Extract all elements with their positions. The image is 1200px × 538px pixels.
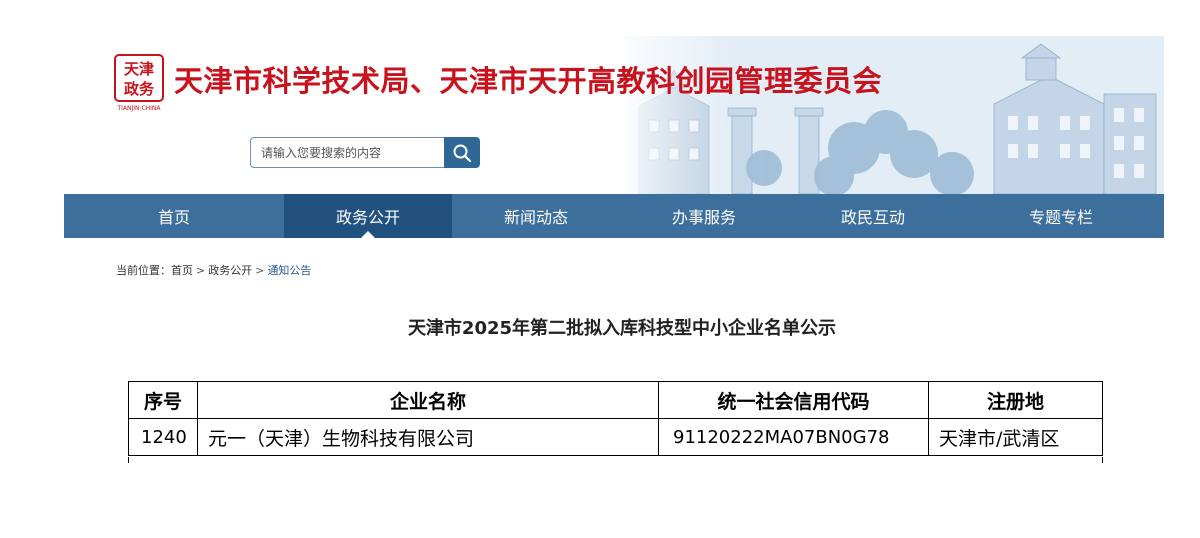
breadcrumb-government-affairs[interactable]: 政务公开 [208, 264, 252, 277]
search-input[interactable] [250, 137, 444, 168]
enterprise-list-table: 序号 企业名称 统一社会信用代码 注册地 1240 元一（天津）生物科技有限公司… [128, 381, 1103, 456]
breadcrumb-separator: > [196, 264, 206, 277]
cell-credit-code: 91120222MA07BN0G78 [658, 418, 929, 456]
breadcrumb-separator: > [255, 264, 265, 277]
site-title: 天津市科学技术局、天津市天开高教科创园管理委员会 [174, 64, 883, 98]
article-title: 天津市2025年第二批拟入库科技型中小企业名单公示 [407, 318, 837, 339]
search-bar [250, 137, 480, 168]
nav-special-topics[interactable]: 专题专栏 [958, 194, 1164, 238]
column-header-credit-code: 统一社会信用代码 [658, 381, 929, 419]
nav-services[interactable]: 办事服务 [620, 194, 788, 238]
cell-region: 天津市/武清区 [928, 418, 1103, 456]
nav-news[interactable]: 新闻动态 [452, 194, 620, 238]
table-header-row: 序号 企业名称 统一社会信用代码 注册地 [128, 381, 1103, 419]
svg-text:政务: 政务 [124, 80, 155, 98]
table-crop-edge [127, 457, 1107, 473]
nav-government-affairs[interactable]: 政务公开 [284, 194, 452, 238]
table-row: 1240 元一（天津）生物科技有限公司 91120222MA07BN0G78 天… [128, 418, 1103, 456]
column-divider [128, 457, 129, 463]
breadcrumb-home[interactable]: 首页 [171, 264, 193, 277]
breadcrumb-prefix: 当前位置： [116, 264, 171, 277]
svg-text:TIANJIN·CHINA: TIANJIN·CHINA [116, 105, 161, 112]
search-icon [453, 144, 472, 162]
main-nav: 首页 政务公开 新闻动态 办事服务 政民互动 专题专栏 [64, 194, 1164, 238]
breadcrumb: 当前位置：首页 > 政务公开 > 通知公告 [116, 262, 311, 278]
nav-interaction[interactable]: 政民互动 [788, 194, 958, 238]
column-header-index: 序号 [128, 381, 198, 419]
column-header-company-name: 企业名称 [197, 381, 659, 419]
column-divider [1102, 457, 1103, 463]
nav-home[interactable]: 首页 [64, 194, 284, 238]
cell-company-name: 元一（天津）生物科技有限公司 [197, 418, 659, 456]
site-header: 天津 政务 TIANJIN·CHINA 天津市科学技术局、天津市天开高教科创园管… [64, 36, 1164, 194]
cell-index: 1240 [128, 418, 198, 456]
search-button[interactable] [444, 137, 480, 168]
svg-text:天津: 天津 [124, 60, 154, 78]
tianjin-seal-logo: 天津 政务 TIANJIN·CHINA [114, 54, 164, 112]
breadcrumb-notices[interactable]: 通知公告 [267, 264, 311, 277]
column-header-region: 注册地 [928, 381, 1103, 419]
